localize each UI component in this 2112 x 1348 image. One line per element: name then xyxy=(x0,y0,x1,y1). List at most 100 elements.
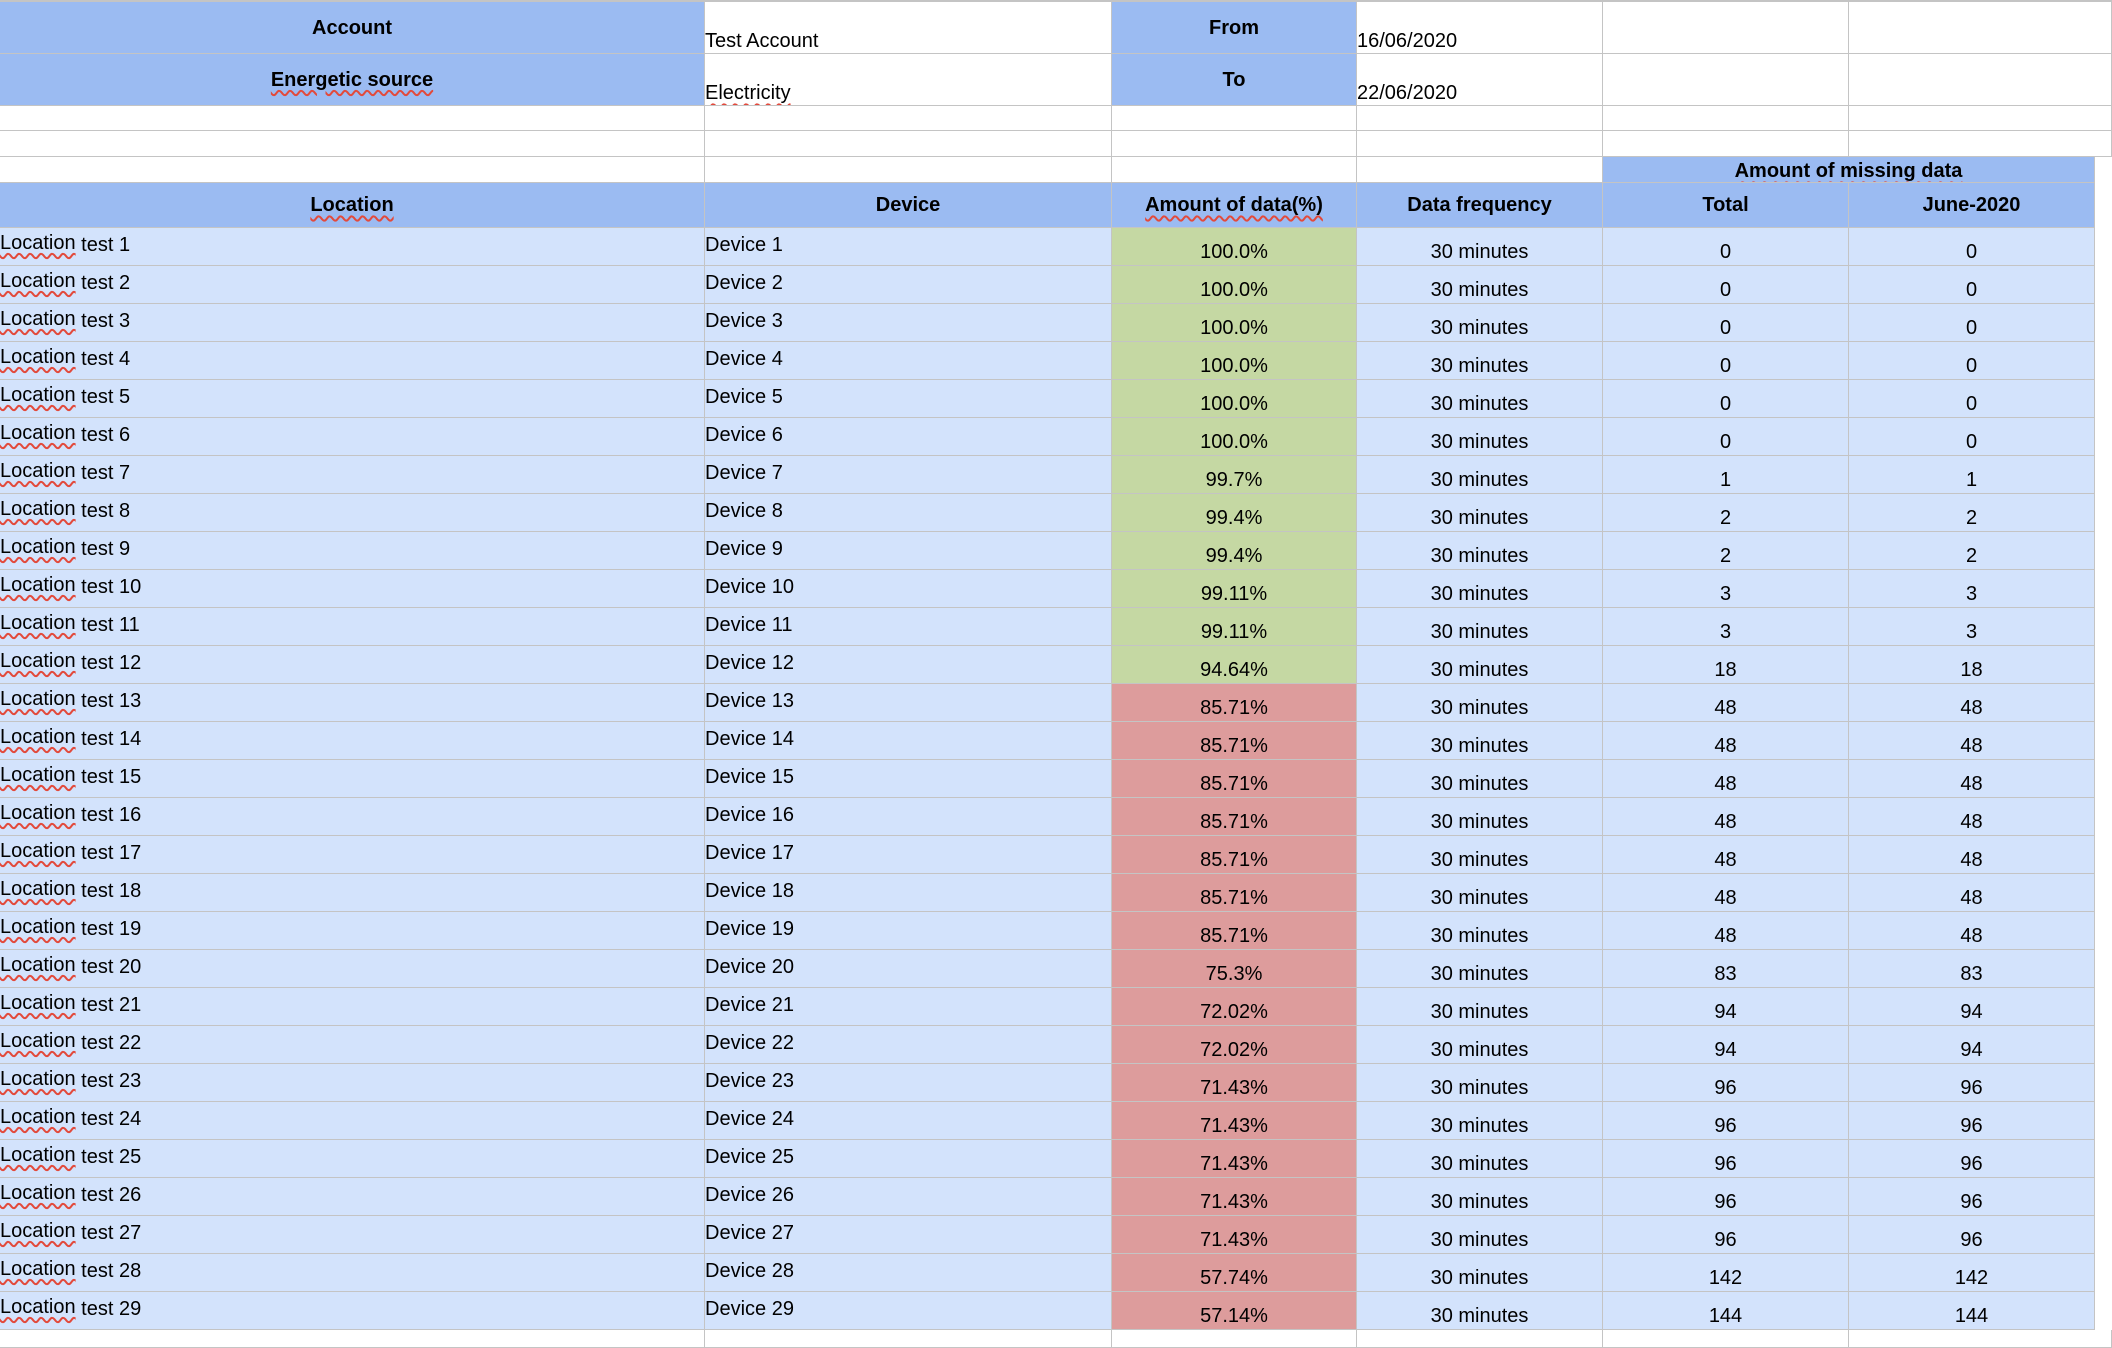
location-cell[interactable]: Location test 24 xyxy=(0,1102,705,1140)
device-cell[interactable]: Device 6 xyxy=(705,418,1112,456)
missing-june-cell[interactable]: 48 xyxy=(1849,874,2095,912)
empty-cell[interactable] xyxy=(1357,157,1603,183)
empty-cell[interactable] xyxy=(1603,54,1849,106)
empty-cell[interactable] xyxy=(1849,54,2112,106)
location-cell[interactable]: Location test 22 xyxy=(0,1026,705,1064)
frequency-cell[interactable]: 30 minutes xyxy=(1357,304,1603,342)
amount-cell[interactable]: 99.11% xyxy=(1112,608,1357,646)
empty-cell[interactable] xyxy=(1112,1330,1357,1348)
amount-cell[interactable]: 100.0% xyxy=(1112,304,1357,342)
location-cell[interactable]: Location test 5 xyxy=(0,380,705,418)
empty-cell[interactable] xyxy=(1357,106,1603,131)
frequency-cell[interactable]: 30 minutes xyxy=(1357,1254,1603,1292)
missing-total-cell[interactable]: 48 xyxy=(1603,874,1849,912)
missing-june-cell[interactable]: 94 xyxy=(1849,988,2095,1026)
location-cell[interactable]: Location test 1 xyxy=(0,228,705,266)
device-cell[interactable]: Device 24 xyxy=(705,1102,1112,1140)
empty-cell[interactable] xyxy=(1112,157,1357,183)
frequency-cell[interactable]: 30 minutes xyxy=(1357,1292,1603,1330)
amount-cell[interactable]: 57.74% xyxy=(1112,1254,1357,1292)
missing-june-cell[interactable]: 96 xyxy=(1849,1102,2095,1140)
missing-total-cell[interactable]: 96 xyxy=(1603,1216,1849,1254)
empty-cell[interactable] xyxy=(705,131,1112,157)
missing-june-cell[interactable]: 144 xyxy=(1849,1292,2095,1330)
frequency-cell[interactable]: 30 minutes xyxy=(1357,836,1603,874)
empty-cell[interactable] xyxy=(0,1330,705,1348)
location-cell[interactable]: Location test 17 xyxy=(0,836,705,874)
empty-cell[interactable] xyxy=(1603,131,1849,157)
location-cell[interactable]: Location test 11 xyxy=(0,608,705,646)
location-cell[interactable]: Location test 12 xyxy=(0,646,705,684)
location-cell[interactable]: Location test 8 xyxy=(0,494,705,532)
empty-cell[interactable] xyxy=(0,106,705,131)
missing-june-cell[interactable]: 48 xyxy=(1849,836,2095,874)
from-label-cell[interactable]: From xyxy=(1112,2,1357,54)
location-cell[interactable]: Location test 14 xyxy=(0,722,705,760)
device-cell[interactable]: Device 14 xyxy=(705,722,1112,760)
missing-total-cell[interactable]: 48 xyxy=(1603,798,1849,836)
amount-cell[interactable]: 94.64% xyxy=(1112,646,1357,684)
missing-total-cell[interactable]: 0 xyxy=(1603,380,1849,418)
missing-june-cell[interactable]: 3 xyxy=(1849,570,2095,608)
location-cell[interactable]: Location test 27 xyxy=(0,1216,705,1254)
empty-cell[interactable] xyxy=(1849,131,2112,157)
account-value-cell[interactable]: Test Account xyxy=(705,2,1112,54)
amount-cell[interactable]: 71.43% xyxy=(1112,1178,1357,1216)
location-cell[interactable]: Location test 4 xyxy=(0,342,705,380)
to-value-cell[interactable]: 22/06/2020 xyxy=(1357,54,1603,106)
amount-cell[interactable]: 85.71% xyxy=(1112,760,1357,798)
amount-cell[interactable]: 99.4% xyxy=(1112,532,1357,570)
location-cell[interactable]: Location test 13 xyxy=(0,684,705,722)
missing-june-cell[interactable]: 96 xyxy=(1849,1064,2095,1102)
empty-cell[interactable] xyxy=(1849,1330,2112,1348)
missing-total-cell[interactable]: 0 xyxy=(1603,342,1849,380)
missing-june-cell[interactable]: 3 xyxy=(1849,608,2095,646)
frequency-cell[interactable]: 30 minutes xyxy=(1357,456,1603,494)
amount-cell[interactable]: 100.0% xyxy=(1112,228,1357,266)
frequency-cell[interactable]: 30 minutes xyxy=(1357,1064,1603,1102)
missing-total-cell[interactable]: 2 xyxy=(1603,494,1849,532)
missing-june-cell[interactable]: 0 xyxy=(1849,228,2095,266)
empty-cell[interactable] xyxy=(1112,131,1357,157)
frequency-cell[interactable]: 30 minutes xyxy=(1357,1178,1603,1216)
missing-total-cell[interactable]: 0 xyxy=(1603,266,1849,304)
missing-june-cell[interactable]: 2 xyxy=(1849,494,2095,532)
device-cell[interactable]: Device 18 xyxy=(705,874,1112,912)
location-cell[interactable]: Location test 7 xyxy=(0,456,705,494)
missing-june-cell[interactable]: 94 xyxy=(1849,1026,2095,1064)
frequency-cell[interactable]: 30 minutes xyxy=(1357,760,1603,798)
location-cell[interactable]: Location test 21 xyxy=(0,988,705,1026)
missing-june-cell[interactable]: 2 xyxy=(1849,532,2095,570)
missing-total-cell[interactable]: 18 xyxy=(1603,646,1849,684)
missing-total-cell[interactable]: 0 xyxy=(1603,304,1849,342)
frequency-cell[interactable]: 30 minutes xyxy=(1357,1140,1603,1178)
device-cell[interactable]: Device 12 xyxy=(705,646,1112,684)
missing-data-group-header[interactable]: Amount of missing data xyxy=(1603,157,2095,183)
missing-total-cell[interactable]: 48 xyxy=(1603,760,1849,798)
frequency-cell[interactable]: 30 minutes xyxy=(1357,570,1603,608)
device-cell[interactable]: Device 19 xyxy=(705,912,1112,950)
location-cell[interactable]: Location test 16 xyxy=(0,798,705,836)
missing-total-cell[interactable]: 96 xyxy=(1603,1102,1849,1140)
frequency-cell[interactable]: 30 minutes xyxy=(1357,988,1603,1026)
device-cell[interactable]: Device 26 xyxy=(705,1178,1112,1216)
missing-total-cell[interactable]: 83 xyxy=(1603,950,1849,988)
energetic-source-label-cell[interactable]: Energetic source xyxy=(0,54,705,106)
amount-cell[interactable]: 75.3% xyxy=(1112,950,1357,988)
location-cell[interactable]: Location test 18 xyxy=(0,874,705,912)
missing-june-cell[interactable]: 0 xyxy=(1849,304,2095,342)
missing-june-cell[interactable]: 142 xyxy=(1849,1254,2095,1292)
device-cell[interactable]: Device 5 xyxy=(705,380,1112,418)
location-cell[interactable]: Location test 26 xyxy=(0,1178,705,1216)
frequency-cell[interactable]: 30 minutes xyxy=(1357,646,1603,684)
frequency-cell[interactable]: 30 minutes xyxy=(1357,950,1603,988)
frequency-cell[interactable]: 30 minutes xyxy=(1357,266,1603,304)
device-cell[interactable]: Device 22 xyxy=(705,1026,1112,1064)
location-cell[interactable]: Location test 23 xyxy=(0,1064,705,1102)
missing-june-cell[interactable]: 48 xyxy=(1849,684,2095,722)
device-cell[interactable]: Device 23 xyxy=(705,1064,1112,1102)
amount-cell[interactable]: 85.71% xyxy=(1112,836,1357,874)
empty-cell[interactable] xyxy=(1603,106,1849,131)
amount-cell[interactable]: 100.0% xyxy=(1112,418,1357,456)
frequency-cell[interactable]: 30 minutes xyxy=(1357,532,1603,570)
